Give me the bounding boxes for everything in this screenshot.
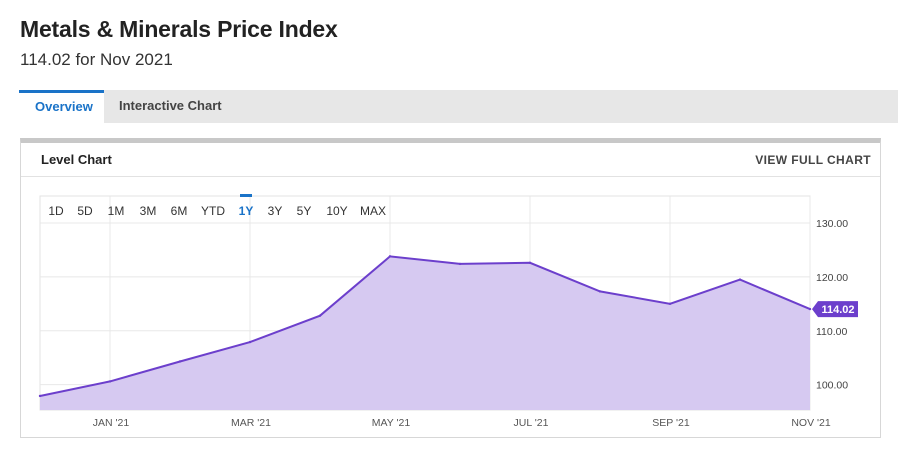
range-button-ytd[interactable]: YTD — [201, 204, 225, 218]
data-point — [458, 262, 462, 266]
data-point — [808, 307, 812, 311]
data-point — [388, 255, 392, 258]
range-button-1y[interactable]: 1Y — [239, 204, 254, 218]
range-button-10y[interactable]: 10Y — [326, 204, 347, 218]
x-tick-label: JUL '21 — [514, 417, 549, 429]
data-point — [598, 290, 602, 293]
range-button-6m[interactable]: 6M — [171, 204, 188, 218]
data-point — [318, 314, 322, 317]
y-tick-label: 120.00 — [816, 272, 848, 284]
data-point — [178, 360, 182, 363]
range-button-1m[interactable]: 1M — [108, 204, 125, 218]
range-button-5d[interactable]: 5D — [77, 204, 93, 218]
x-tick-label: SEP '21 — [652, 417, 690, 429]
y-tick-label: 110.00 — [816, 326, 847, 338]
y-tick-label: 100.00 — [816, 380, 848, 392]
x-tick-label: JAN '21 — [93, 417, 130, 429]
data-point — [248, 340, 252, 344]
y-tick-label: 130.00 — [816, 218, 848, 230]
x-tick-label: MAY '21 — [372, 417, 411, 429]
last-value-label: 114.02 — [821, 304, 854, 316]
range-button-1d[interactable]: 1D — [48, 204, 64, 218]
range-button-max[interactable]: MAX — [360, 204, 386, 218]
level-chart: 100.00 110.00 120.00 130.00 JAN '21 MAR '21 MA… — [38, 194, 858, 429]
data-point — [738, 278, 742, 281]
range-button-3m[interactable]: 3M — [140, 204, 157, 218]
data-point — [38, 394, 42, 398]
range-button-5y[interactable]: 5Y — [297, 204, 312, 218]
x-tick-label: NOV '21 — [791, 417, 831, 429]
data-point — [108, 380, 112, 383]
data-point — [528, 261, 532, 265]
range-button-3y[interactable]: 3Y — [268, 204, 283, 218]
data-point — [668, 302, 672, 306]
x-tick-label: MAR '21 — [231, 417, 271, 429]
range-selected-indicator — [240, 194, 252, 197]
